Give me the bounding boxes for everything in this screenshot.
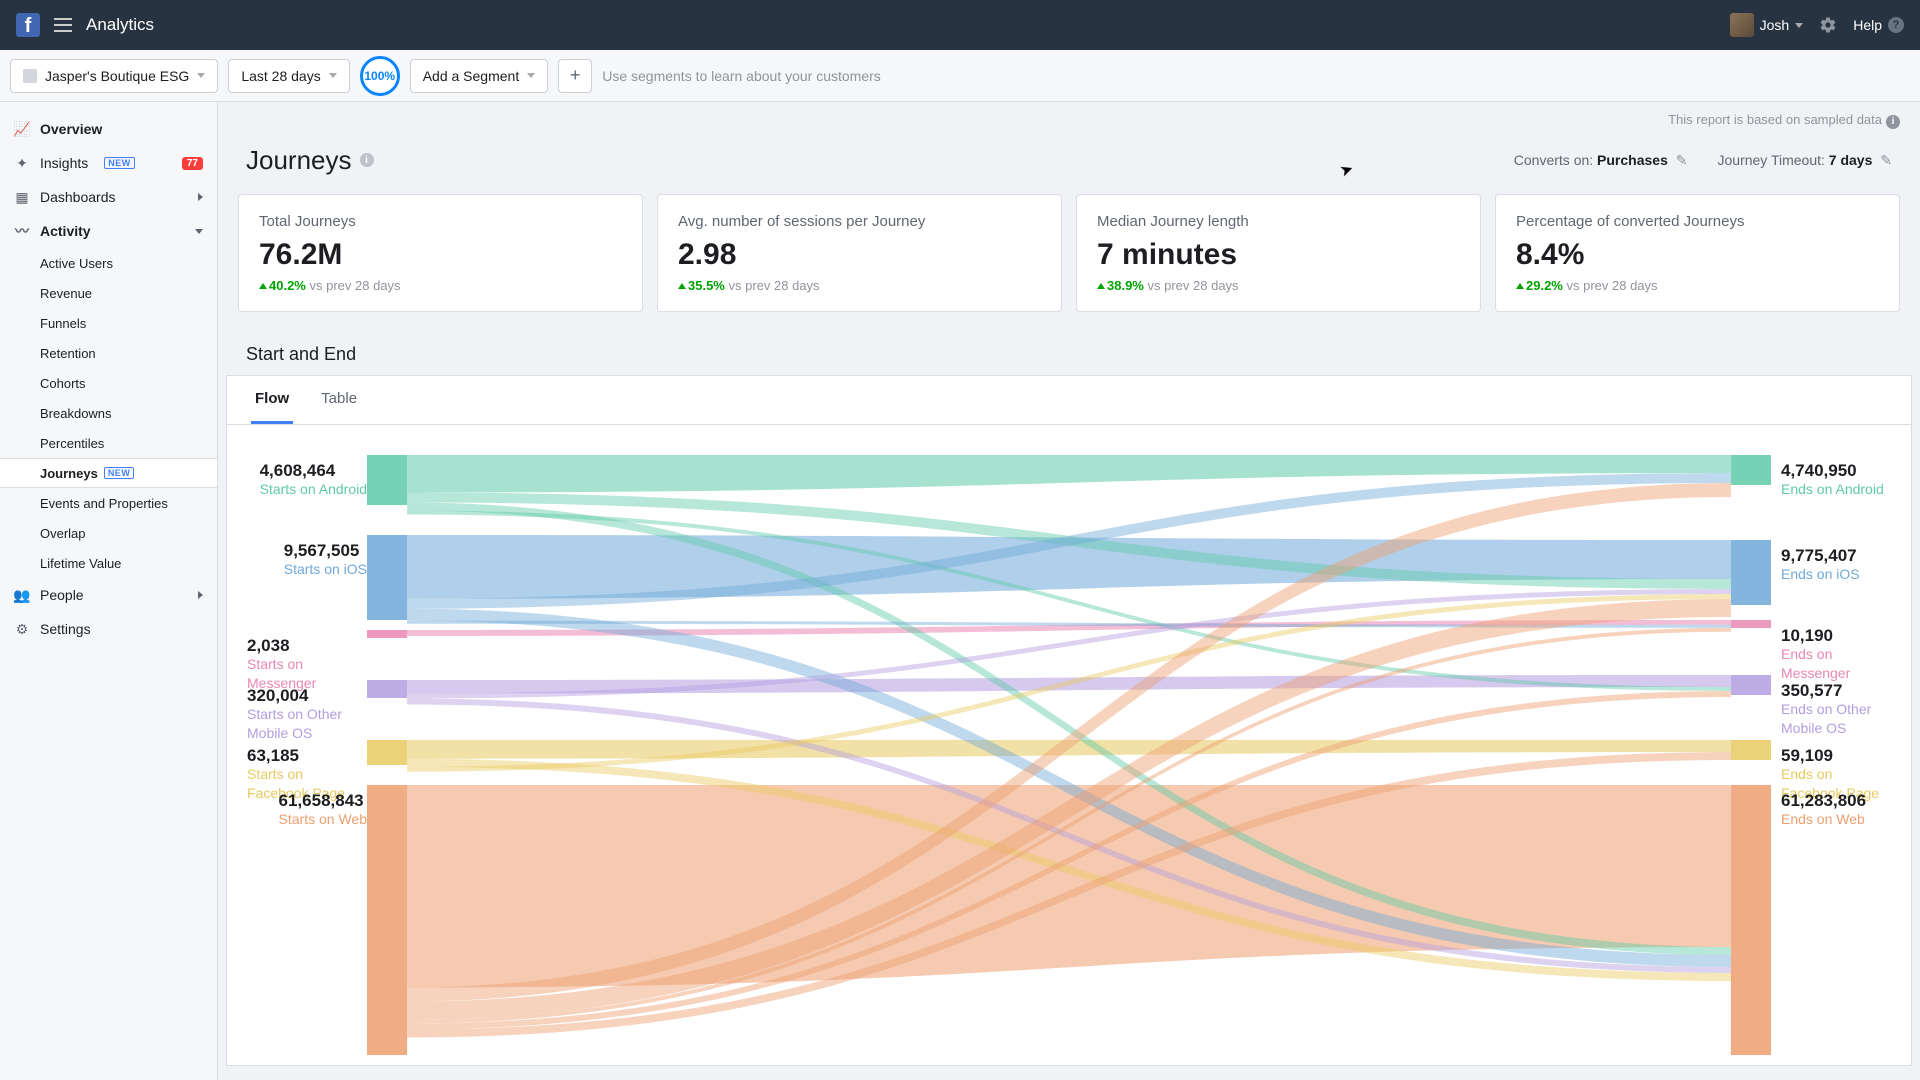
sidebar-item-active-users[interactable]: Active Users	[0, 248, 217, 278]
toolbar-hint: Use segments to learn about your custome…	[602, 68, 881, 84]
start-label-android: 4,608,464Starts on Android	[260, 460, 367, 500]
help-label: Help	[1853, 17, 1882, 33]
end-node-ios	[1731, 540, 1771, 605]
sidebar-item-people[interactable]: 👥 People	[0, 578, 217, 612]
source-label: Jasper's Boutique ESG	[45, 68, 189, 84]
chevron-down-icon	[197, 73, 205, 78]
pencil-icon: ✎	[1676, 152, 1688, 169]
end-node-msg	[1731, 620, 1771, 628]
chevron-down-icon	[195, 229, 203, 234]
chevron-right-icon	[198, 591, 203, 599]
start-label-ios: 9,567,505Starts on iOS	[284, 540, 367, 580]
source-icon	[23, 69, 37, 83]
new-pill: NEW	[104, 157, 135, 169]
sidebar-item-activity[interactable]: 〰 Activity	[0, 214, 217, 248]
date-range-picker[interactable]: Last 28 days	[228, 59, 349, 93]
start-node-ios	[367, 535, 407, 620]
sidebar-item-cohorts[interactable]: Cohorts	[0, 368, 217, 398]
sidebar-item-overlap[interactable]: Overlap	[0, 518, 217, 548]
start-node-android	[367, 455, 407, 505]
card-median-length[interactable]: Median Journey length 7 minutes 38.9% vs…	[1076, 194, 1481, 312]
card-avg-sessions[interactable]: Avg. number of sessions per Journey 2.98…	[657, 194, 1062, 312]
start-node-fbp	[367, 740, 407, 765]
sidebar-item-breakdowns[interactable]: Breakdowns	[0, 398, 217, 428]
toolbar: Jasper's Boutique ESG Last 28 days 100% …	[0, 50, 1920, 102]
chevron-down-icon	[329, 73, 337, 78]
sampled-notice: This report is based on sampled datai	[218, 102, 1920, 129]
chevron-down-icon	[1795, 23, 1803, 28]
tab-table[interactable]: Table	[317, 376, 361, 424]
user-name: Josh	[1760, 17, 1790, 33]
chevron-right-icon	[198, 193, 203, 201]
end-label-ios: 9,775,407Ends on iOS	[1781, 545, 1860, 585]
start-label-web: 61,658,843Starts on Web	[279, 790, 367, 830]
sidebar-item-revenue[interactable]: Revenue	[0, 278, 217, 308]
sidebar-item-dashboards[interactable]: ▦ Dashboards	[0, 180, 217, 214]
insights-count-badge: 77	[182, 157, 203, 170]
section-title: Start and End	[218, 320, 1920, 375]
journey-timeout[interactable]: Journey Timeout: 7 days ✎	[1718, 152, 1893, 169]
page-title: Journeysi	[246, 145, 374, 176]
avatar-icon	[1730, 13, 1754, 37]
app-header: f Analytics Josh Help ?	[0, 0, 1920, 50]
sidebar-item-retention[interactable]: Retention	[0, 338, 217, 368]
start-label-other: 320,004Starts on Other Mobile OS	[247, 685, 367, 744]
sankey-chart	[367, 455, 1771, 1055]
help-icon: ?	[1888, 17, 1904, 33]
start-node-other	[367, 680, 407, 698]
sankey-end-labels: 4,740,950Ends on Android 9,775,407Ends on…	[1771, 455, 1891, 1035]
people-icon: 👥	[14, 587, 30, 603]
date-range-label: Last 28 days	[241, 68, 320, 84]
hamburger-icon[interactable]	[54, 18, 72, 32]
gear-icon: ⚙	[14, 621, 30, 637]
sankey-start-labels: 4,608,464Starts on Android 9,567,505Start…	[247, 455, 367, 1035]
card-total-journeys[interactable]: Total Journeys 76.2M 40.2% vs prev 28 da…	[238, 194, 643, 312]
sidebar-item-overview[interactable]: 📈 Overview	[0, 112, 217, 146]
add-segment-label: Add a Segment	[423, 68, 520, 84]
source-picker[interactable]: Jasper's Boutique ESG	[10, 59, 218, 93]
end-label-web: 61,283,806Ends on Web	[1781, 790, 1866, 830]
end-label-msg: 10,190Ends on Messenger	[1781, 625, 1891, 684]
chevron-down-icon	[527, 73, 535, 78]
metric-cards: Total Journeys 76.2M 40.2% vs prev 28 da…	[218, 186, 1920, 320]
sidebar: 📈 Overview ✦ Insights NEW 77 ▦ Dashboard…	[0, 102, 218, 1080]
sidebar-item-journeys[interactable]: Journeys NEW	[0, 458, 217, 488]
gear-icon[interactable]	[1819, 16, 1837, 34]
help-button[interactable]: Help ?	[1853, 17, 1904, 33]
end-node-other	[1731, 675, 1771, 695]
grid-icon: ▦	[14, 189, 30, 205]
view-tabs: Flow Table	[227, 376, 1911, 425]
sidebar-item-lifetime-value[interactable]: Lifetime Value	[0, 548, 217, 578]
percent-badge[interactable]: 100%	[360, 56, 400, 96]
end-node-fbp	[1731, 740, 1771, 760]
end-node-web	[1731, 785, 1771, 1055]
bulb-icon: ✦	[14, 155, 30, 171]
sankey-panel: Flow Table 4,608,464Starts on Android 9,5…	[226, 375, 1912, 1066]
tab-flow[interactable]: Flow	[251, 376, 293, 424]
sidebar-item-percentiles[interactable]: Percentiles	[0, 428, 217, 458]
info-icon[interactable]: i	[1886, 115, 1900, 129]
facebook-logo-icon[interactable]: f	[16, 13, 40, 37]
card-converted-pct[interactable]: Percentage of converted Journeys 8.4% 29…	[1495, 194, 1900, 312]
add-button[interactable]: +	[558, 59, 592, 93]
sidebar-item-funnels[interactable]: Funnels	[0, 308, 217, 338]
app-title: Analytics	[86, 15, 154, 35]
sidebar-item-events[interactable]: Events and Properties	[0, 488, 217, 518]
user-menu[interactable]: Josh	[1730, 13, 1804, 37]
end-node-android	[1731, 455, 1771, 485]
start-node-web	[367, 785, 407, 1055]
pencil-icon: ✎	[1880, 152, 1892, 169]
converts-on[interactable]: Converts on: Purchases ✎	[1514, 152, 1688, 169]
start-node-msg	[367, 630, 407, 638]
activity-icon: 〰	[14, 223, 30, 239]
sidebar-item-insights[interactable]: ✦ Insights NEW 77	[0, 146, 217, 180]
chart-icon: 📈	[14, 121, 30, 137]
end-label-other: 350,577Ends on Other Mobile OS	[1781, 680, 1891, 739]
new-pill: NEW	[104, 467, 135, 479]
add-segment-button[interactable]: Add a Segment	[410, 59, 549, 93]
sidebar-item-settings[interactable]: ⚙ Settings	[0, 612, 217, 646]
main-content: ➤ This report is based on sampled datai …	[218, 102, 1920, 1080]
end-label-android: 4,740,950Ends on Android	[1781, 460, 1884, 500]
info-icon[interactable]: i	[360, 153, 374, 167]
